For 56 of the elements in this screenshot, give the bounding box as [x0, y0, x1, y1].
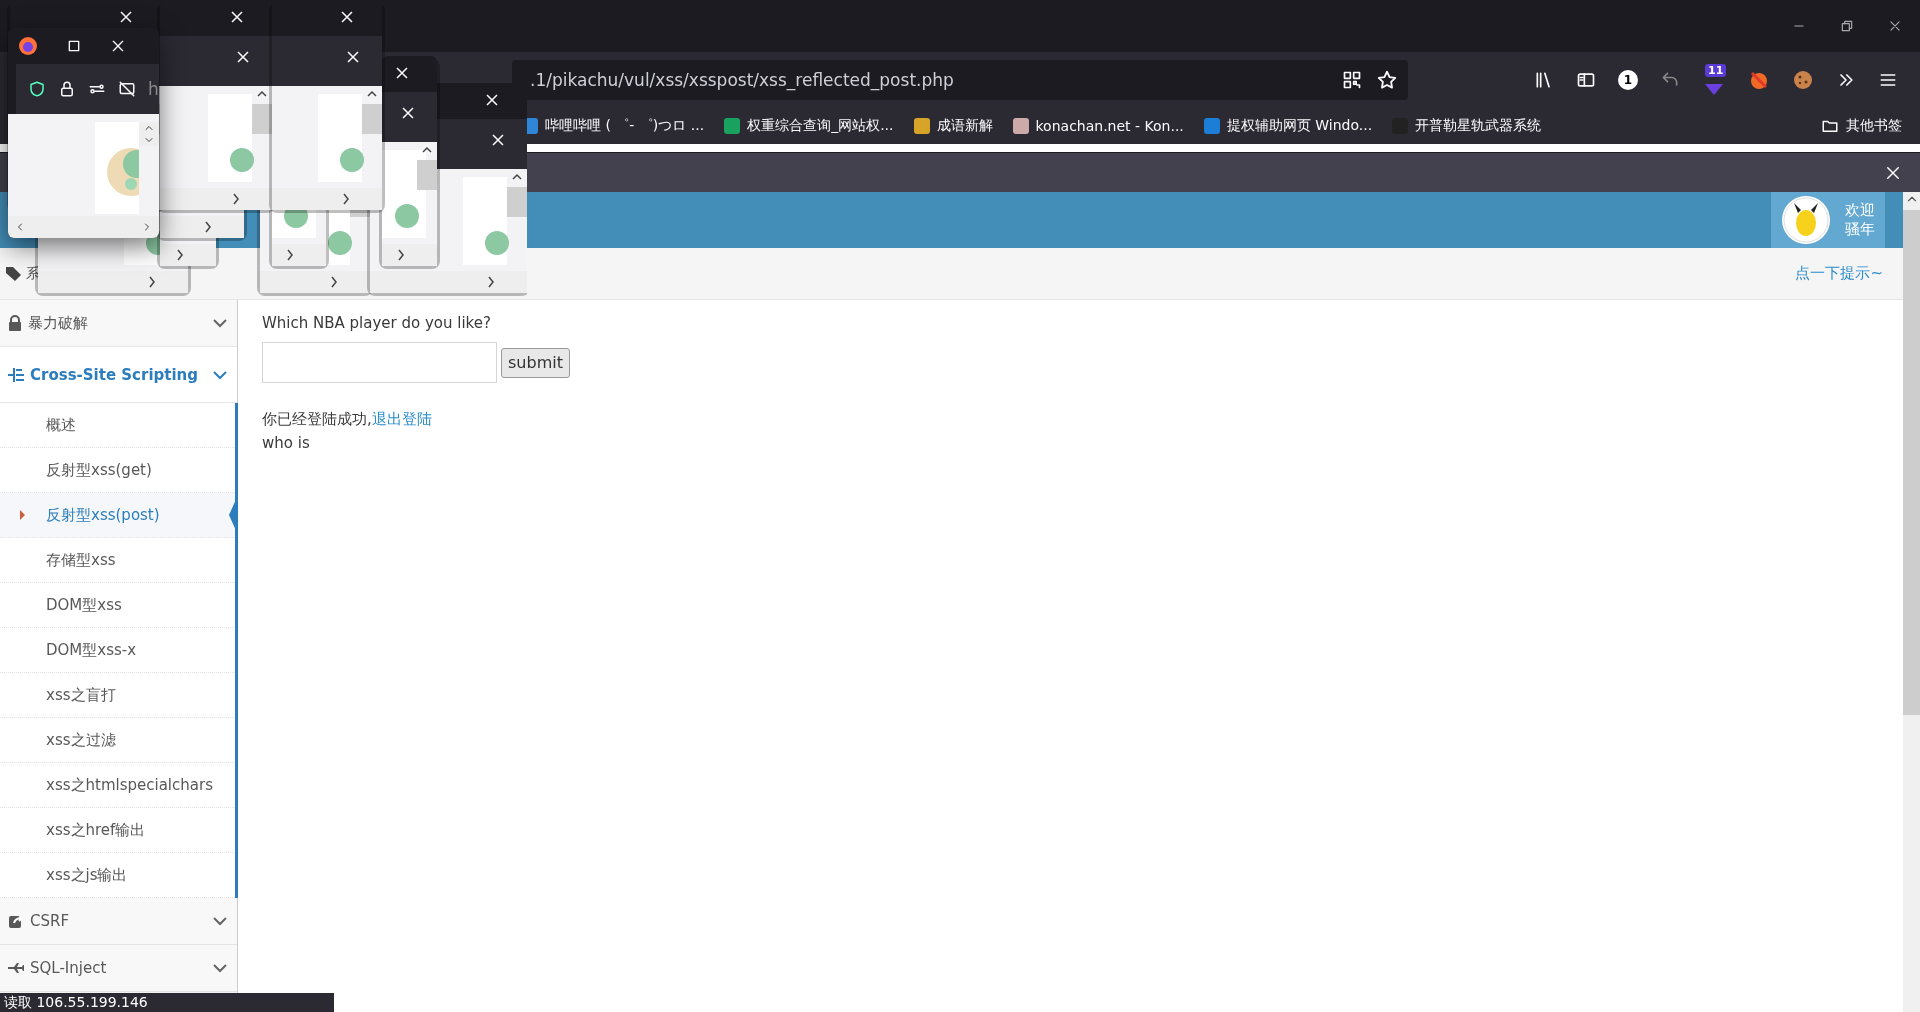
avatar-icon: [1781, 195, 1831, 245]
scrollbar[interactable]: [1903, 192, 1920, 1012]
sidebar-item[interactable]: 反射型xss(post): [0, 493, 235, 538]
sidebar-group[interactable]: CSRF: [0, 898, 237, 945]
close-icon[interactable]: [1888, 19, 1902, 33]
bookmark-link[interactable]: konachan.net - Kon...: [1012, 118, 1184, 134]
shield-icon[interactable]: [28, 80, 46, 98]
list-icon: [8, 366, 24, 383]
sidebar-icon[interactable]: [1576, 70, 1596, 90]
player-input[interactable]: [262, 342, 497, 383]
logout-link[interactable]: 退出登陆: [371, 410, 432, 428]
url-text: .1/pikachu/vul/xss/xsspost/xss_reflected_post.php: [530, 70, 955, 90]
extension-badge: 11: [1705, 64, 1727, 77]
favicon-icon: [1203, 118, 1220, 134]
sidebar-group[interactable]: 暴力破解: [0, 300, 237, 347]
tag-icon: [6, 265, 24, 282]
status-text: 读取 106.55.199.146: [0, 993, 334, 1012]
favicon-icon: [1012, 118, 1029, 134]
submit-button[interactable]: submit: [501, 347, 570, 378]
bookmark-link[interactable]: 成语新解: [913, 117, 993, 135]
qr-code-icon[interactable]: [1342, 70, 1362, 90]
sidebar-group[interactable]: Cross-Site Scripting: [0, 347, 237, 403]
extension-button[interactable]: 11: [1702, 64, 1726, 96]
bookmark-link[interactable]: 权重综合查询_网站权...: [724, 117, 894, 135]
bookmark-link[interactable]: 开普勒星轨武器系统: [1392, 117, 1542, 135]
star-icon[interactable]: [1376, 69, 1398, 91]
lock-icon: [8, 315, 22, 331]
user-name: 骚年: [1845, 220, 1875, 239]
lock-icon[interactable]: [58, 80, 76, 98]
favicon-icon: [913, 118, 930, 134]
url-fragment: h: [148, 79, 159, 99]
chevron-down-icon: [213, 318, 227, 328]
sidebar-group[interactable]: SQL-Inject: [0, 945, 237, 992]
restore-icon[interactable]: [1840, 19, 1854, 33]
favicon-icon: [724, 118, 741, 134]
firefox-icon: [18, 36, 38, 56]
question-text: Which NBA player do you like?: [262, 314, 492, 332]
plane-icon: [8, 962, 24, 974]
maximize-icon[interactable]: [66, 38, 82, 54]
address-bar[interactable]: .1/pikachu/vul/xss/xsspost/xss_reflected_post.php: [512, 60, 1408, 100]
chevron-down-icon: [213, 916, 227, 926]
camera-off-icon[interactable]: [118, 80, 136, 98]
hint-link[interactable]: 点一下提示~: [1795, 264, 1883, 283]
share-icon: [8, 913, 24, 929]
login-message: 你已经登陆成功,退出登陆: [262, 409, 433, 430]
cookie-icon[interactable]: [1792, 69, 1814, 91]
chevron-down-icon: [213, 369, 227, 380]
welcome-text: 欢迎: [1845, 201, 1875, 220]
fox-icon[interactable]: [1748, 69, 1770, 91]
breadcrumb-text: 系: [26, 264, 40, 283]
chevron-down-icon: [213, 963, 227, 973]
bookmark-link[interactable]: 提权辅助网页 Windo...: [1203, 117, 1373, 135]
result-text: who is: [262, 433, 311, 454]
account-badge[interactable]: 1: [1618, 70, 1638, 90]
close-icon[interactable]: [110, 38, 126, 54]
other-bookmarks-folder[interactable]: 其他书签: [1821, 117, 1902, 135]
